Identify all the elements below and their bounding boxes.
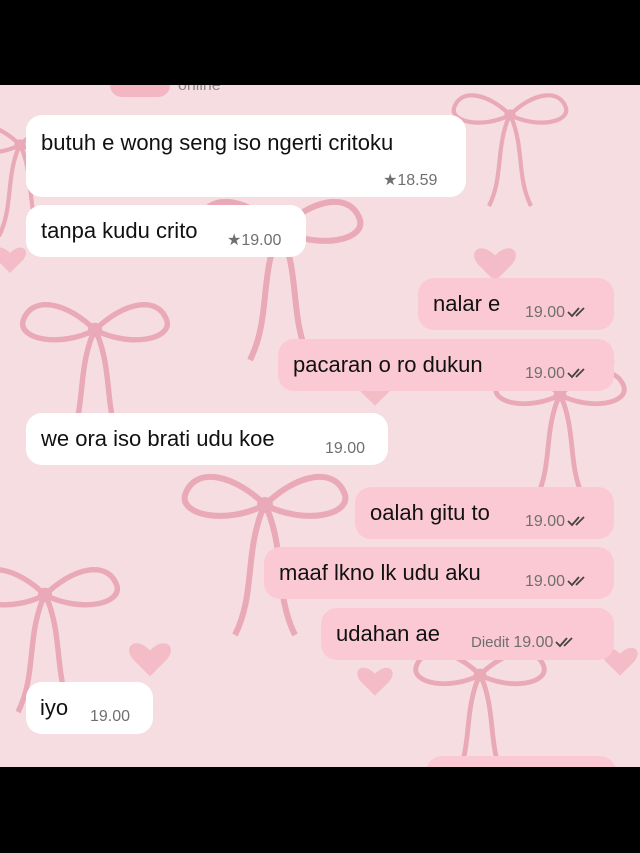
bow-shape	[454, 95, 567, 206]
message-bubble-incoming[interactable]: tanpa kudu crito ★19.00	[26, 205, 306, 257]
message-time: 19.00	[525, 304, 566, 321]
message-timestamp: 19.00	[325, 440, 366, 457]
message-timestamp: 19.00	[525, 304, 589, 322]
message-text: udahan ae	[336, 621, 440, 646]
double-check-icon	[567, 368, 585, 379]
message-bubble-incoming[interactable]: iyo 19.00	[26, 682, 153, 734]
message-bubble-outgoing[interactable]: pacaran o ro dukun 19.00	[278, 339, 614, 391]
message-bubble-outgoing[interactable]: oalah gitu to 19.00	[355, 487, 614, 539]
message-bubble-outgoing[interactable]: udahan ae Diedit 19.00	[321, 608, 614, 660]
double-check-icon	[555, 637, 574, 648]
message-time: 19.00	[525, 513, 566, 530]
message-text: nalar e	[433, 291, 501, 316]
bow-shape	[416, 653, 545, 767]
avatar[interactable]	[110, 85, 170, 97]
message-timestamp: ★18.59	[383, 172, 438, 189]
message-bubble-incoming[interactable]: butuh e wong seng iso ngerti critoku ★18…	[26, 115, 466, 197]
message-bubble-incoming[interactable]: we ora iso brati udu koe 19.00	[26, 413, 388, 465]
message-timestamp: ★19.00	[227, 232, 282, 249]
message-text: maaf lkno lk udu aku	[279, 560, 481, 585]
message-text: pacaran o ro dukun	[293, 352, 483, 377]
contact-status: online	[178, 85, 221, 94]
message-timestamp: 19.00	[525, 513, 589, 531]
message-text: iyo	[40, 695, 69, 720]
message-timestamp: 19.00	[525, 573, 589, 591]
bow-shape	[496, 373, 625, 499]
message-text: butuh e wong seng iso ngerti critoku	[41, 130, 394, 155]
message-time: 19.00	[525, 573, 566, 590]
message-timestamp: Diedit 19.00	[471, 634, 577, 652]
message-time: 19.00	[525, 365, 566, 382]
double-check-icon	[567, 307, 585, 318]
message-text: tanpa kudu crito	[41, 218, 198, 243]
message-timestamp: 19.00	[525, 365, 589, 383]
heart-shape	[474, 248, 516, 282]
message-text: oalah gitu to	[370, 500, 490, 525]
message-time: 19.00	[513, 634, 554, 651]
message-bubble-outgoing-partial[interactable]	[426, 756, 616, 767]
chat-area[interactable]: online butuh e wong seng iso ngerti crit…	[0, 85, 640, 767]
message-timestamp: 19.00	[90, 708, 131, 725]
message-bubble-outgoing[interactable]: maaf lkno lk udu aku 19.00	[264, 547, 614, 599]
heart-shape	[129, 643, 171, 677]
heart-shape	[357, 667, 393, 696]
message-bubble-outgoing[interactable]: nalar e 19.00	[418, 278, 614, 330]
message-text: we ora iso brati udu koe	[41, 426, 275, 451]
edited-label: Diedit	[471, 634, 510, 651]
heart-shape	[0, 247, 27, 273]
double-check-icon	[567, 576, 585, 587]
double-check-icon	[567, 516, 585, 527]
